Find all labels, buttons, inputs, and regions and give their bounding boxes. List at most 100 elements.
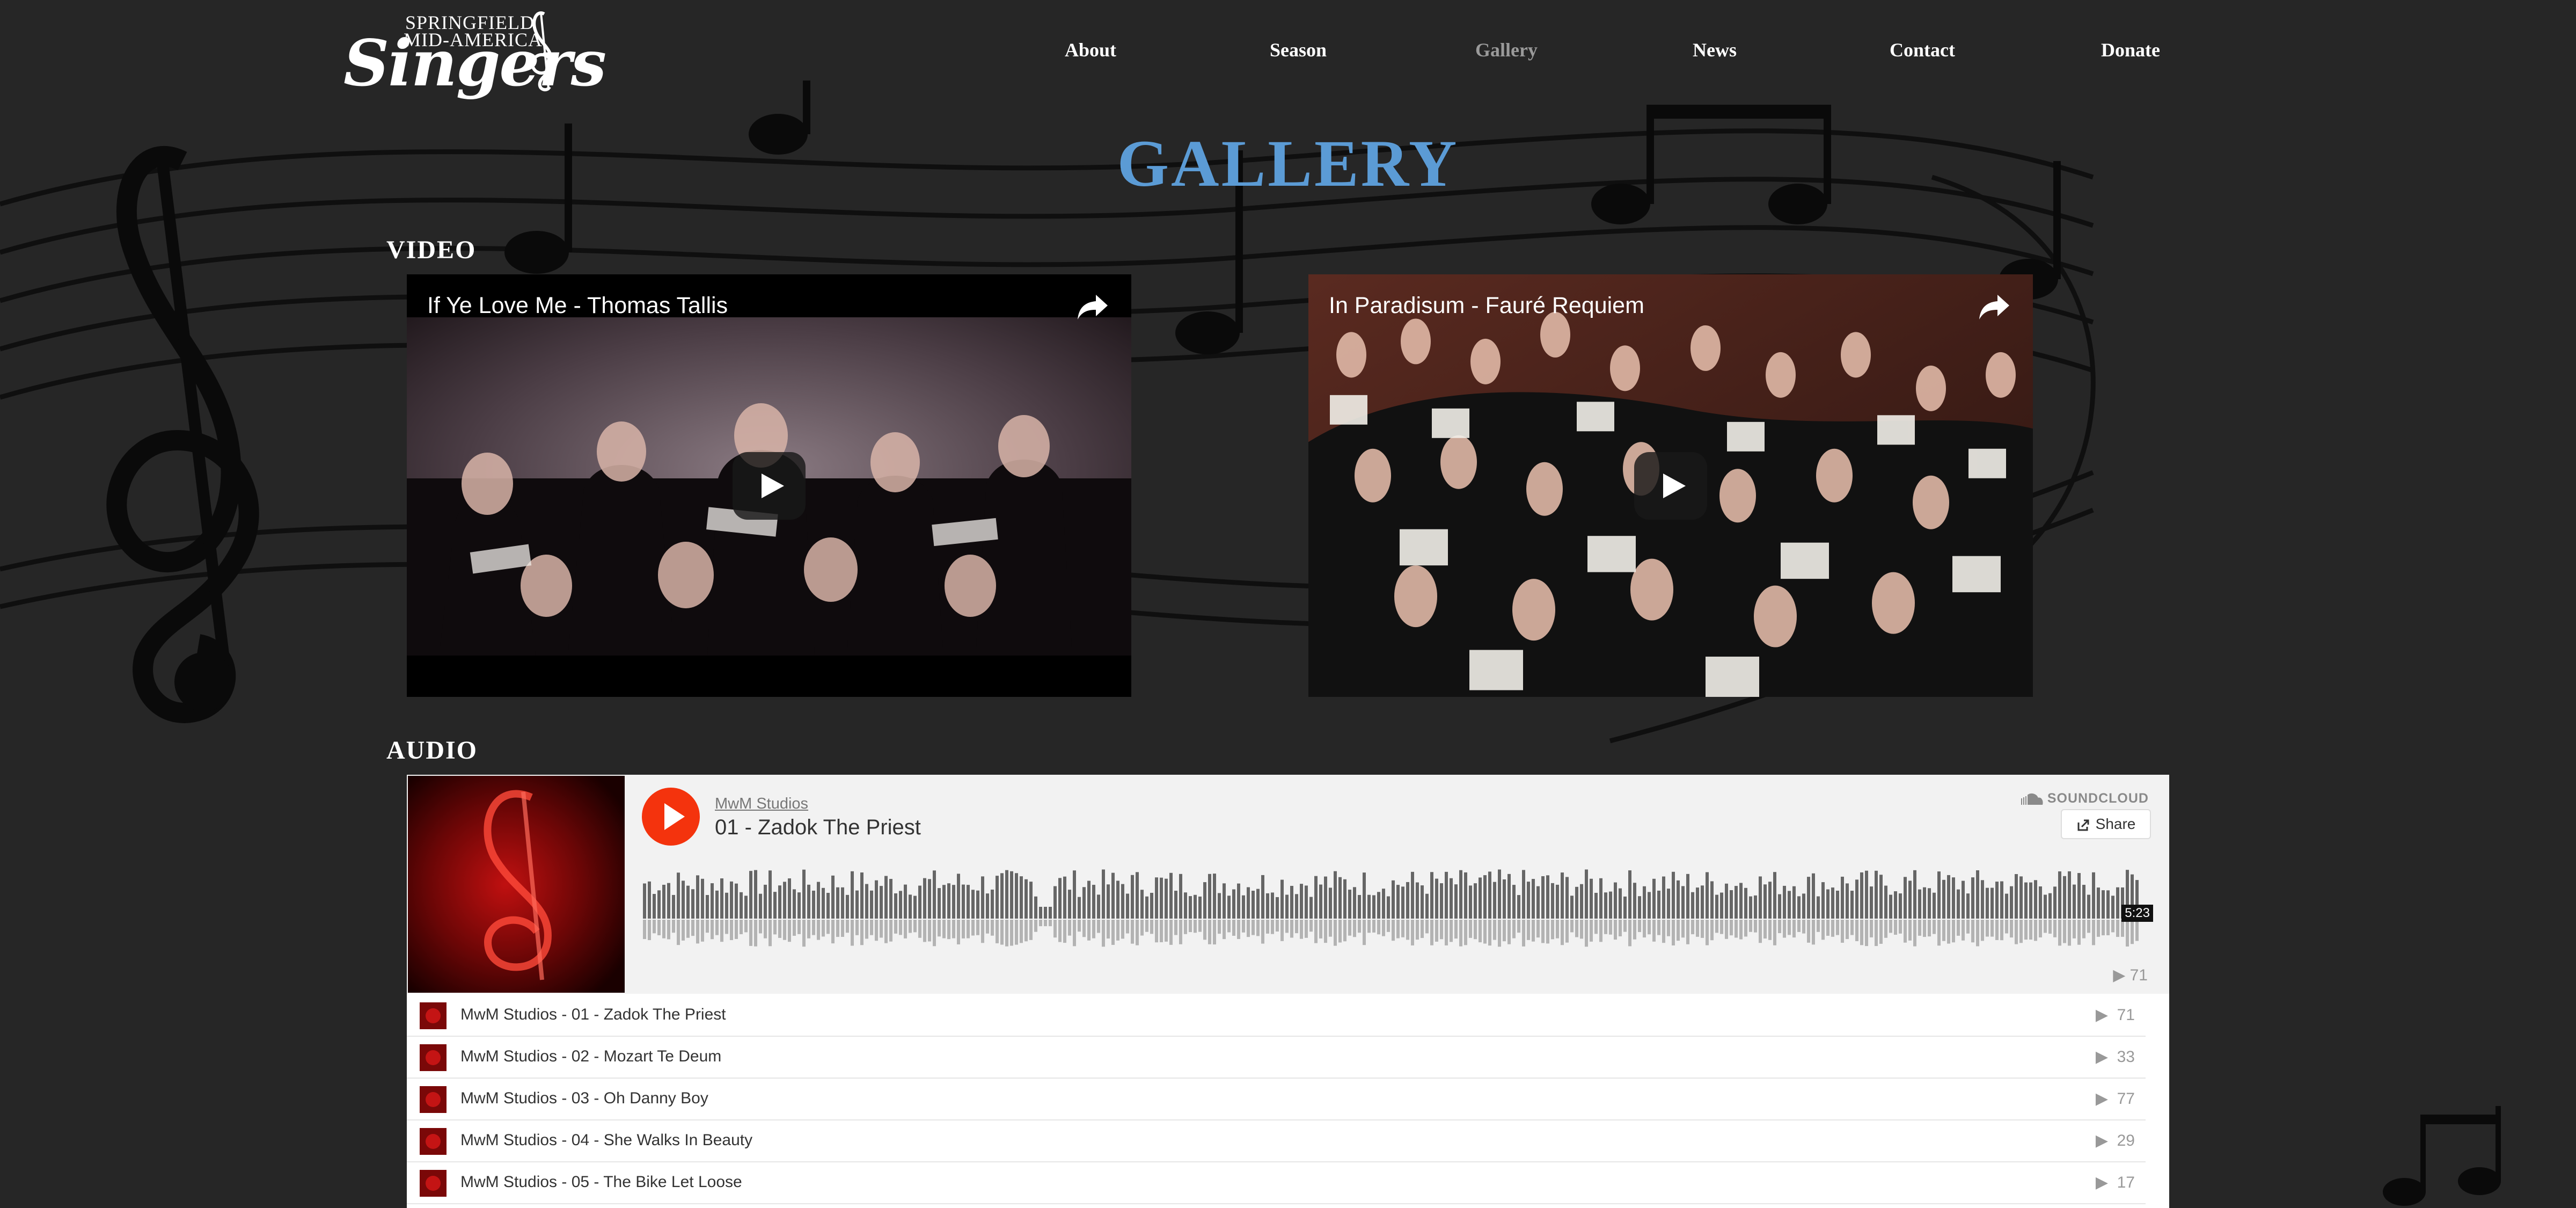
waveform-bar-reflection xyxy=(1768,920,1772,940)
waveform-bar-reflection xyxy=(2111,920,2114,933)
waveform-bar xyxy=(875,880,878,919)
waveform-bar-reflection xyxy=(1841,920,1844,943)
waveform-bar-reflection xyxy=(1126,920,1129,934)
waveform-bar-reflection xyxy=(1184,920,1187,934)
waveform-bar xyxy=(2077,873,2081,919)
waveform-bar xyxy=(996,876,999,919)
waveform-bar-reflection xyxy=(778,920,781,938)
waveform-bar xyxy=(1517,895,1520,919)
share-icon[interactable] xyxy=(1977,290,2011,323)
waveform-bar xyxy=(759,893,762,919)
waveform-bar-reflection xyxy=(1580,920,1583,939)
waveform-bar-reflection xyxy=(1570,920,1574,933)
waveform-bar-reflection xyxy=(1160,920,1163,942)
waveform-bar-reflection xyxy=(1609,920,1612,935)
waveform-bar xyxy=(2019,876,2023,919)
waveform-bar-reflection xyxy=(923,920,926,942)
soundcloud-logo[interactable]: SOUNDCLOUD xyxy=(2016,791,2149,806)
track-row-plays: ▶ 33 xyxy=(2095,1048,2135,1066)
waveform-bar-reflection xyxy=(1981,920,1984,941)
waveform-bar-reflection xyxy=(1826,920,1829,936)
track-row[interactable]: MwM Studios - 04 - She Walks In Beauty ▶… xyxy=(407,1120,2146,1162)
waveform-bar xyxy=(1570,896,1574,919)
waveform-bar xyxy=(1928,888,1931,919)
waveform-bar-reflection xyxy=(1614,920,1617,940)
waveform-bar xyxy=(1367,894,1371,919)
waveform-bar xyxy=(1010,871,1013,919)
waveform-bar xyxy=(802,869,806,919)
waveform-bar xyxy=(933,870,936,919)
play-button[interactable] xyxy=(642,788,700,846)
waveform-bar xyxy=(942,885,946,919)
waveform-bar-reflection xyxy=(1049,920,1052,927)
track-row[interactable]: MwM Studios - 03 - Oh Danny Boy ▶ 77 xyxy=(407,1079,2146,1120)
video-player-2[interactable]: In Paradisum - Fauré Requiem xyxy=(1308,274,2033,697)
share-button[interactable]: Share xyxy=(2061,809,2151,839)
waveform-bar xyxy=(744,896,748,919)
waveform-bar xyxy=(1145,896,1148,919)
waveform-bar xyxy=(1493,882,1496,919)
nav-donate[interactable]: Donate xyxy=(2101,39,2160,61)
waveform[interactable] xyxy=(643,867,2140,948)
waveform-bar xyxy=(720,878,723,919)
waveform-bar xyxy=(1894,891,1897,919)
waveform-bar-reflection xyxy=(1334,920,1337,946)
waveform-bar-reflection xyxy=(1507,920,1511,944)
waveform-bar xyxy=(1382,889,1385,919)
video-play-button-2[interactable] xyxy=(1634,452,1707,520)
video-player-1[interactable]: If Ye Love Me - Thomas Tallis xyxy=(407,274,1131,697)
waveform-bar-reflection xyxy=(769,920,772,947)
waveform-bar-reflection xyxy=(1599,920,1602,942)
waveform-bar xyxy=(865,884,868,919)
waveform-bar-reflection xyxy=(2087,920,2090,933)
nav-news[interactable]: News xyxy=(1693,39,1737,61)
waveform-bar xyxy=(1329,887,1332,919)
video-play-button-1[interactable] xyxy=(733,452,806,520)
waveform-bar xyxy=(928,879,931,919)
waveform-bar-reflection xyxy=(894,920,897,934)
track-title[interactable]: 01 - Zadok The Priest xyxy=(715,816,921,840)
waveform-bar xyxy=(788,878,791,919)
waveform-bar xyxy=(1464,872,1467,919)
waveform-bar-reflection xyxy=(1643,920,1646,938)
waveform-bar-reflection xyxy=(884,920,888,943)
nav-about[interactable]: About xyxy=(1065,39,1116,61)
nav-gallery[interactable]: Gallery xyxy=(1475,39,1538,61)
waveform-bar-reflection xyxy=(1068,920,1071,936)
waveform-bar-reflection xyxy=(899,920,902,935)
track-thumbnail xyxy=(420,1044,447,1071)
waveform-bar xyxy=(1686,874,1689,919)
track-row[interactable]: MwM Studios - 01 - Zadok The Priest ▶ 71 xyxy=(407,995,2146,1037)
waveform-bar-reflection xyxy=(822,920,825,937)
waveform-bar-reflection xyxy=(1029,920,1033,940)
waveform-bar xyxy=(2000,881,2003,919)
waveform-bar-reflection xyxy=(1319,920,1322,938)
waveform-bar-reflection xyxy=(1952,920,1955,943)
waveform-bar-reflection xyxy=(2102,920,2105,936)
site-logo[interactable]: SPRINGFIELD MID-AMERICA Singers xyxy=(343,10,606,96)
waveform-bar xyxy=(1498,869,1501,919)
track-row[interactable]: MwM Studios - 02 - Mozart Te Deum ▶ 33 xyxy=(407,1037,2146,1079)
waveform-bar xyxy=(2097,887,2100,919)
waveform-bar-reflection xyxy=(1619,920,1622,937)
nav-season[interactable]: Season xyxy=(1270,39,1327,61)
share-icon[interactable] xyxy=(1075,290,1110,323)
nav-contact[interactable]: Contact xyxy=(1890,39,1955,61)
waveform-bar xyxy=(1648,892,1651,919)
track-row[interactable]: MwM Studios - 05 - The Bike Let Loose ▶ … xyxy=(407,1162,2146,1204)
waveform-bar xyxy=(1049,907,1052,919)
waveform-bar-reflection xyxy=(1082,920,1086,937)
waveform-bar-reflection xyxy=(2024,920,2028,940)
waveform-bar-reflection xyxy=(2077,920,2081,945)
waveform-bar xyxy=(1005,870,1008,919)
waveform-bar-reflection xyxy=(1121,920,1124,939)
waveform-bar xyxy=(1227,896,1231,919)
waveform-bar xyxy=(1295,894,1298,919)
waveform-bar-reflection xyxy=(2082,920,2085,938)
track-artist-link[interactable]: MwM Studios xyxy=(715,795,808,813)
waveform-bar-reflection xyxy=(1136,920,1139,945)
waveform-bar-reflection xyxy=(1107,920,1110,939)
waveform-bar xyxy=(1677,880,1680,919)
waveform-bar xyxy=(1174,891,1177,919)
waveform-bar xyxy=(1324,876,1327,919)
